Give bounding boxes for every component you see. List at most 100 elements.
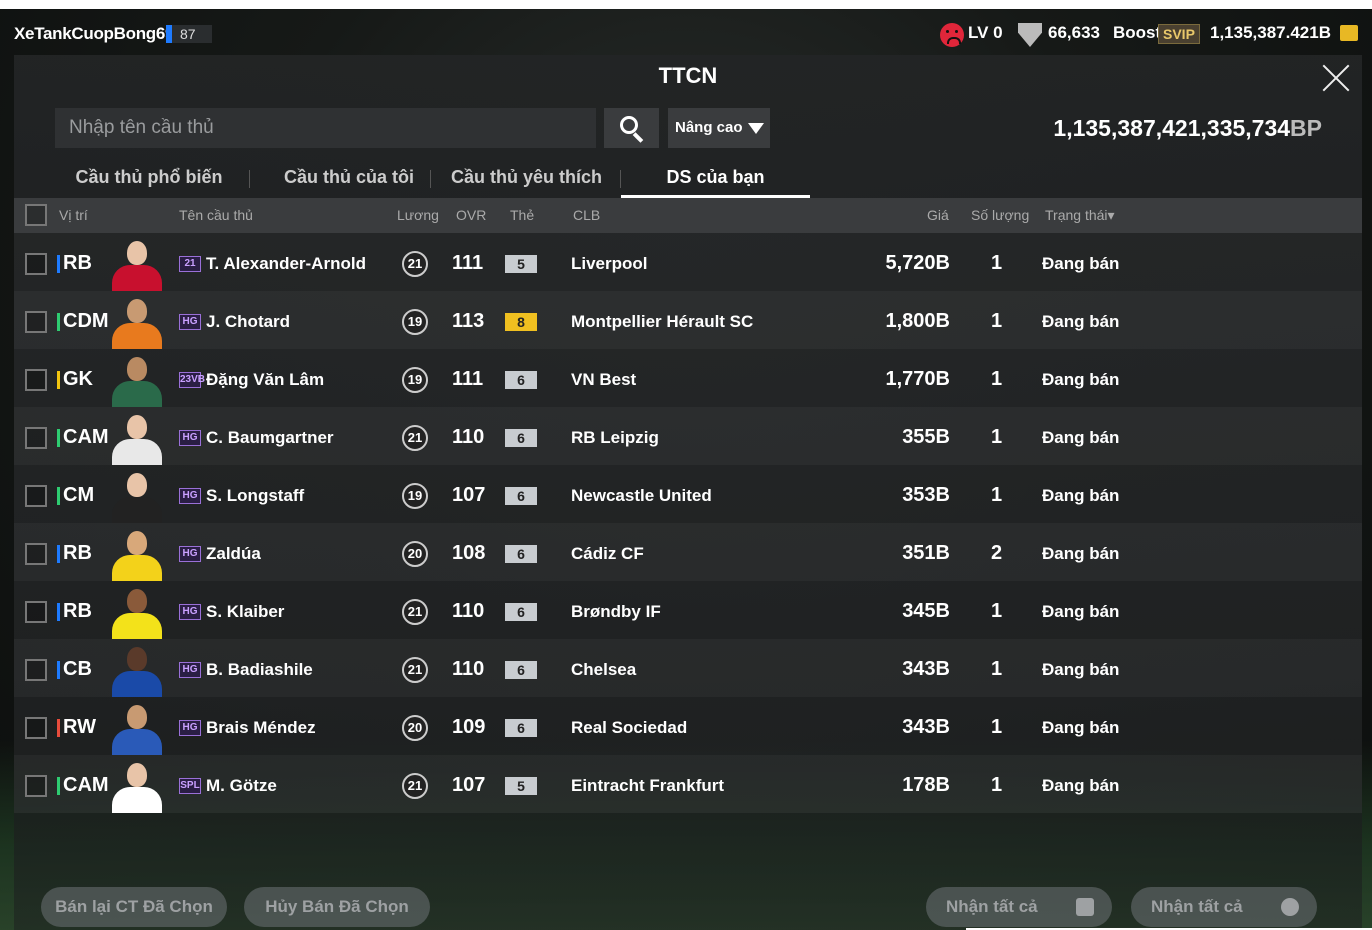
player-avatar: [110, 643, 164, 697]
listing-price: 5,720B: [885, 252, 951, 274]
player-head: [127, 589, 147, 613]
listing-status: Đang bán: [1042, 660, 1120, 679]
select-all-checkbox[interactable]: [25, 204, 47, 226]
listing-status: Đang bán: [1042, 312, 1120, 331]
table-row[interactable]: GK 23VB Đặng Văn Lâm 19 111 6 VN Best 1,770B 1 Đa…: [14, 349, 1362, 407]
player-ovr: 110: [452, 426, 485, 448]
row-checkbox[interactable]: [25, 485, 47, 507]
season-badge: HG: [179, 546, 201, 562]
claim-all-items-button[interactable]: Nhận tất cả: [926, 887, 1112, 927]
player-ovr: 111: [452, 368, 484, 390]
table-row[interactable]: CB HG B. Badiashile 21 110 6 Chelsea 343B 1 Đang …: [14, 639, 1362, 697]
listing-quantity: 1: [991, 368, 1003, 390]
salary-badge: 21: [402, 251, 428, 277]
player-avatar: [110, 353, 164, 407]
player-avatar: [110, 295, 164, 349]
listing-quantity: 1: [991, 310, 1003, 332]
search-button[interactable]: [604, 108, 659, 148]
player-club: Real Sociedad: [571, 718, 688, 737]
col-club: CLB: [573, 207, 601, 223]
table-row[interactable]: CDM HG J. Chotard 19 113 8 Montpellier Hérault…: [14, 291, 1362, 349]
player-name: Đặng Văn Lâm: [206, 370, 325, 389]
salary-badge: 20: [402, 715, 428, 741]
player-search-input[interactable]: [55, 108, 596, 148]
position-color-bar: [57, 545, 60, 563]
table-row[interactable]: CAM SPL M. Götze 21 107 5 Eintracht Frankfurt 1…: [14, 755, 1362, 813]
player-ovr: 110: [452, 600, 485, 622]
panel-title: TTCN: [658, 63, 718, 88]
row-checkbox[interactable]: [25, 543, 47, 565]
table-row[interactable]: RB HG Zaldúa 20 108 6 Cádiz CF 351B 2 Đang bán: [14, 523, 1362, 581]
player-avatar: [110, 585, 164, 639]
player-ovr: 107: [452, 484, 486, 506]
boost-label[interactable]: Boost: [1113, 23, 1161, 43]
player-avatar: [110, 527, 164, 581]
level-value: 87: [180, 26, 196, 42]
player-head: [127, 705, 147, 729]
col-status-sort[interactable]: Trạng thái▾: [1045, 207, 1115, 224]
row-checkbox[interactable]: [25, 253, 47, 275]
player-position: GK: [63, 368, 93, 390]
card-level-badge: 6: [505, 487, 537, 505]
advanced-filter-dropdown[interactable]: Nâng cao: [668, 108, 770, 148]
close-icon[interactable]: [1320, 62, 1352, 94]
player-position: CDM: [63, 310, 109, 332]
season-badge: 23VB: [179, 372, 205, 388]
row-checkbox[interactable]: [25, 601, 47, 623]
season-badge: HG: [179, 662, 201, 678]
player-name: Zaldúa: [206, 544, 261, 563]
table-row[interactable]: CAM HG C. Baumgartner 21 110 6 RB Leipzig 355B 1…: [14, 407, 1362, 465]
player-name: S. Longstaff: [206, 486, 305, 505]
row-checkbox[interactable]: [25, 427, 47, 449]
row-checkbox[interactable]: [25, 717, 47, 739]
row-checkbox[interactable]: [25, 369, 47, 391]
username: XeTankCuopBong69: [14, 24, 175, 43]
table-row[interactable]: RB 21 T. Alexander-Arnold 21 111 5 Liverpool 5,…: [14, 233, 1362, 291]
listing-price: 345B: [902, 600, 950, 622]
svip-badge: SVIP: [1158, 24, 1200, 44]
resell-selected-button[interactable]: Bán lại CT Đã Chọn: [41, 887, 227, 927]
listing-status: Đang bán: [1042, 776, 1120, 795]
search-icon-handle: [632, 132, 644, 143]
tab-favorite-players[interactable]: Cầu thủ yêu thích: [439, 158, 614, 198]
tab-my-players[interactable]: Cầu thủ của tôi: [254, 158, 444, 198]
listing-quantity: 1: [991, 658, 1003, 680]
player-kit: [112, 265, 162, 291]
season-badge: 21: [179, 256, 201, 272]
player-ovr: 107: [452, 774, 486, 796]
player-name: S. Klaiber: [206, 602, 285, 621]
row-checkbox[interactable]: [25, 775, 47, 797]
row-checkbox[interactable]: [25, 311, 47, 333]
salary-badge: 19: [402, 309, 428, 335]
player-kit: [112, 729, 162, 755]
position-color-bar: [57, 777, 60, 795]
season-badge: SPL: [179, 778, 201, 794]
player-head: [127, 299, 147, 323]
table-row[interactable]: RW HG Brais Méndez 20 109 6 Real Sociedad 343B 1…: [14, 697, 1362, 755]
cancel-selected-button[interactable]: Hủy Bán Đã Chọn: [244, 887, 430, 927]
salary-badge: 21: [402, 425, 428, 451]
claim-all-bp-button[interactable]: Nhận tất cả: [1131, 887, 1317, 927]
player-head: [127, 241, 147, 265]
tab-my-listings[interactable]: DS của bạn: [621, 158, 810, 198]
salary-badge: 21: [402, 657, 428, 683]
transfer-market-panel: TTCN Nâng cao 1,135,387,421,335,734BP Cầ…: [14, 55, 1362, 930]
row-checkbox[interactable]: [25, 659, 47, 681]
player-ovr: 108: [452, 542, 486, 564]
table-row[interactable]: CM HG S. Longstaff 19 107 6 Newcastle United 35…: [14, 465, 1362, 523]
player-avatar: [110, 237, 164, 291]
col-position: Vị trí: [59, 207, 88, 223]
card-level-badge: 6: [505, 603, 537, 621]
player-kit: [112, 787, 162, 813]
caret-down-icon: [748, 123, 764, 134]
listing-quantity: 1: [991, 774, 1003, 796]
advanced-filter-label: Nâng cao: [675, 119, 743, 136]
card-level-badge: 5: [505, 777, 537, 795]
tab-popular-players[interactable]: Cầu thủ phổ biến: [54, 158, 244, 198]
player-club: RB Leipzig: [571, 428, 659, 447]
listing-price: 343B: [902, 716, 950, 738]
table-row[interactable]: RB HG S. Klaiber 21 110 6 Brøndby IF 345B 1 Đang …: [14, 581, 1362, 639]
card-level-badge: 8: [505, 313, 537, 331]
level-bar-fill: [166, 25, 172, 43]
bp-total-value: 1,135,387,421,335,734: [1053, 115, 1291, 141]
